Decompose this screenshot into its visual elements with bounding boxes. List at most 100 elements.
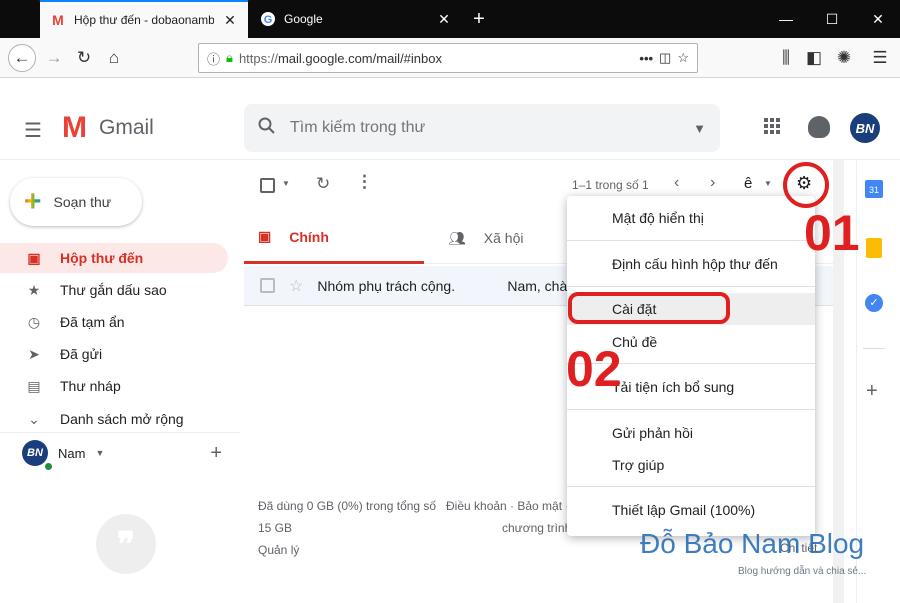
draft-icon: ▤: [27, 377, 41, 394]
star-icon[interactable]: ☆: [289, 276, 303, 296]
menu-item-help[interactable]: Trợ giúp: [567, 449, 815, 481]
search-box[interactable]: ▼: [244, 104, 720, 152]
extension-gear-icon[interactable]: ✺: [830, 44, 858, 72]
refresh-icon[interactable]: ↻: [316, 174, 330, 194]
terms-link[interactable]: Điều khoản · Bảo mật ·: [446, 495, 576, 517]
people-icon: 👥︎: [448, 229, 466, 246]
search-input[interactable]: [290, 119, 680, 137]
compose-label: Soạn thư: [53, 194, 112, 210]
account-avatar[interactable]: BN: [850, 113, 880, 143]
minimize-icon[interactable]: —: [764, 0, 808, 38]
pocket-icon[interactable]: ◫: [659, 50, 671, 66]
new-tab-button[interactable]: +: [466, 6, 492, 32]
maximize-icon[interactable]: ☐: [810, 0, 854, 38]
sidebar-item-more[interactable]: ⌄ Danh sách mở rộng: [0, 404, 228, 434]
sidebar-item-snoozed[interactable]: ◷ Đã tạm ẩn: [0, 307, 228, 337]
divider: [863, 348, 885, 349]
search-options-caret-icon[interactable]: ▼: [693, 121, 706, 136]
tab-primary[interactable]: ▣ Chính: [244, 212, 424, 264]
sidebar-item-label: Thư gắn dấu sao: [60, 282, 167, 298]
reload-icon[interactable]: ↻: [70, 44, 98, 72]
prev-page-icon[interactable]: ‹: [674, 174, 679, 192]
storage-info: Đã dùng 0 GB (0%) trong tổng số 15 GB Qu…: [258, 495, 448, 561]
watermark-logo: Đỗ Bảo Nam Blog: [640, 528, 865, 559]
keep-icon[interactable]: [866, 238, 882, 258]
select-all-checkbox[interactable]: [260, 178, 275, 193]
sidebar-item-label: Đã tạm ẩn: [60, 314, 125, 330]
sidebar-item-label: Danh sách mở rộng: [60, 411, 184, 427]
back-arrow-icon[interactable]: ←: [8, 44, 36, 72]
apps-grid-icon[interactable]: [764, 118, 780, 139]
program-policies-link[interactable]: chương trình: [446, 517, 576, 539]
menu-divider: [567, 286, 815, 287]
gmail-m-icon: M: [62, 111, 87, 144]
add-contact-icon[interactable]: +: [210, 442, 222, 465]
inbox-icon: ▣: [258, 228, 272, 244]
sidebar-icon[interactable]: ◧: [800, 44, 828, 72]
tab-social[interactable]: 👥︎ Xã hội: [434, 212, 574, 264]
calendar-icon[interactable]: 31: [865, 180, 883, 198]
close-tab-icon[interactable]: ✕: [222, 12, 238, 29]
row-checkbox[interactable]: [260, 278, 275, 293]
gmail-logo[interactable]: M Gmail: [62, 111, 154, 144]
close-tab-icon[interactable]: ✕: [436, 11, 452, 28]
chevron-down-icon: ⌄: [28, 410, 40, 427]
input-tools-caret-icon[interactable]: ▼: [764, 179, 772, 188]
main-menu-icon[interactable]: ☰: [24, 118, 42, 143]
policy-links: Điều khoản · Bảo mật · chương trình: [446, 495, 576, 539]
notifications-icon[interactable]: [808, 116, 830, 138]
inbox-icon: ▣: [27, 249, 41, 266]
input-tools-button[interactable]: ê: [744, 175, 752, 192]
sidebar-item-label: Đã gửi: [60, 346, 103, 362]
tasks-icon[interactable]: ✓: [865, 294, 883, 312]
menu-item-density[interactable]: Mật độ hiển thị: [567, 202, 815, 234]
svg-text:G: G: [264, 14, 273, 26]
home-icon[interactable]: ⌂: [100, 44, 128, 72]
gmail-wordmark: Gmail: [99, 116, 154, 139]
online-status-dot: [44, 462, 53, 471]
select-caret-icon[interactable]: ▼: [282, 179, 290, 188]
browser-tab-bar: M Hộp thư đến - dobaonamblog. ✕ G Google…: [0, 0, 900, 38]
library-icon[interactable]: ⫼: [772, 44, 800, 72]
next-page-icon[interactable]: ›: [710, 174, 715, 192]
caret-down-icon[interactable]: ▼: [95, 448, 104, 458]
send-icon: ➤: [28, 345, 40, 362]
sidebar-item-inbox[interactable]: ▣ Hộp thư đến: [0, 243, 228, 273]
lock-icon: 🔒︎: [226, 50, 233, 65]
tab-label: Xã hội: [483, 230, 524, 246]
compose-button[interactable]: + Soạn thư: [10, 178, 142, 226]
menu-item-send-feedback[interactable]: Gửi phản hồi: [567, 417, 815, 449]
forward-arrow-icon[interactable]: →: [40, 44, 68, 72]
hangouts-bubble-icon: ❞: [96, 514, 156, 574]
mail-snippet: Nam, chào: [507, 277, 576, 294]
info-icon[interactable]: ⓘ: [207, 49, 220, 68]
browser-tab-google[interactable]: G Google ✕: [250, 0, 462, 38]
more-vert-icon[interactable]: ⋮: [356, 172, 373, 192]
menu-hamburger-icon[interactable]: ☰: [866, 44, 894, 72]
storage-line-2: 15 GB: [258, 521, 293, 535]
page-actions-icon[interactable]: •••: [639, 51, 653, 66]
pagination-text: 1–1 trong số 1: [572, 178, 649, 192]
browser-tab-gmail[interactable]: M Hộp thư đến - dobaonamblog. ✕: [40, 0, 248, 38]
gmail-favicon-icon: M: [52, 12, 64, 28]
sidebar-item-sent[interactable]: ➤ Đã gửi: [0, 339, 228, 369]
url-text[interactable]: https://mail.google.com/mail/#inbox: [239, 51, 633, 66]
add-addon-icon[interactable]: +: [866, 380, 878, 403]
gmail-header: ☰ M Gmail ▼ BN: [0, 96, 900, 160]
sidebar-item-label: Thư nháp: [60, 378, 121, 394]
divider: [0, 432, 240, 433]
url-bar[interactable]: ⓘ 🔒︎ https://mail.google.com/mail/#inbox…: [198, 43, 698, 73]
step-2-label: 02: [566, 341, 622, 397]
search-icon[interactable]: [258, 117, 276, 140]
menu-item-configure-inbox[interactable]: Định cấu hình hộp thư đến: [567, 248, 815, 280]
sidebar-item-drafts[interactable]: ▤ Thư nháp: [0, 371, 228, 401]
sidebar-item-starred[interactable]: ★ Thư gắn dấu sao: [0, 275, 228, 305]
hangouts-user[interactable]: BN Nam ▼ +: [22, 440, 222, 471]
bookmark-star-icon[interactable]: ☆: [677, 50, 689, 66]
menu-divider: [567, 240, 815, 241]
close-window-icon[interactable]: ✕: [856, 0, 900, 38]
manage-storage-link[interactable]: Quản lý: [258, 539, 448, 561]
menu-divider: [567, 409, 815, 410]
highlight-settings-box: [568, 292, 730, 324]
menu-item-gmail-setup[interactable]: Thiết lập Gmail (100%): [567, 494, 815, 526]
